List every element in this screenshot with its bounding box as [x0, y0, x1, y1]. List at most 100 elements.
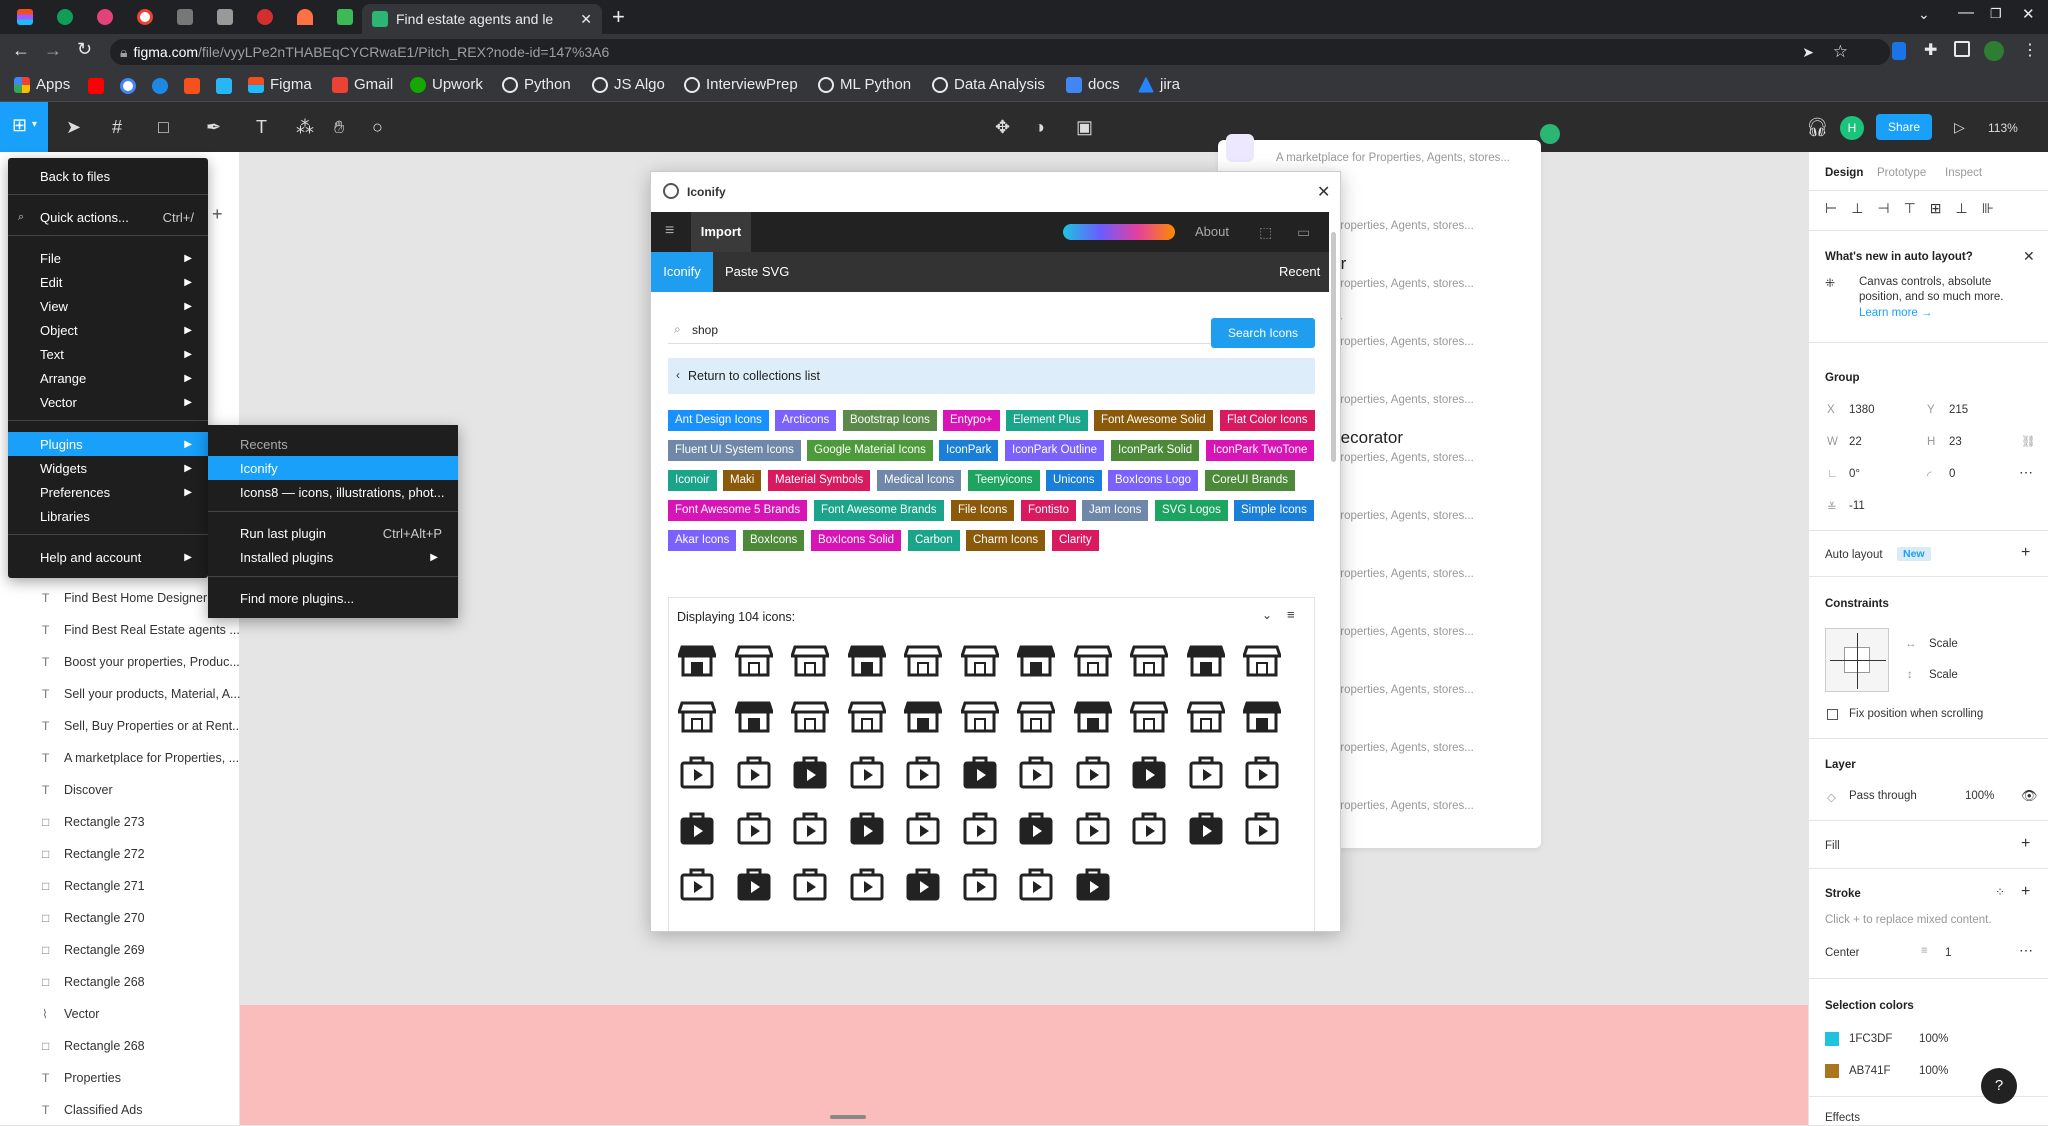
layer-row[interactable]: □ Rectangle 268 — [0, 1030, 240, 1062]
forward-icon[interactable]: → — [44, 40, 62, 61]
collection-tag[interactable]: Carbon — [908, 530, 960, 551]
align-controls[interactable]: ⊢⊥⊣⊤⊞⊥⊪ — [1825, 200, 2008, 217]
bookmark-data-analysis[interactable]: Data Analysis — [932, 76, 1045, 93]
shop-icon[interactable] — [845, 694, 889, 738]
shop-icon[interactable] — [1184, 638, 1228, 682]
collection-tag[interactable]: SVG Logos — [1155, 500, 1228, 521]
reload-icon[interactable]: ↻ — [77, 39, 92, 60]
shop-icon[interactable] — [1071, 638, 1115, 682]
spacing-field[interactable]: -11 — [1849, 500, 1865, 512]
collection-tag[interactable]: Arcticons — [775, 410, 837, 431]
tab-search-icon[interactable]: ⌄ — [1918, 6, 1930, 23]
stroke-weight[interactable]: 1 — [1945, 947, 1951, 959]
menu-arrange[interactable]: Arrange ▶ — [8, 366, 208, 390]
shop-icon[interactable] — [1240, 806, 1284, 850]
return-to-collections[interactable]: ‹ Return to collections list — [668, 358, 1315, 394]
tab-favicon[interactable] — [92, 6, 118, 28]
tab-favicon[interactable] — [292, 6, 318, 28]
shop-icon[interactable] — [901, 806, 945, 850]
color-opacity[interactable]: 100% — [1919, 1033, 1948, 1045]
shop-icon[interactable] — [675, 638, 719, 682]
nav-about[interactable]: About — [1195, 224, 1229, 239]
shop-icon[interactable] — [732, 806, 776, 850]
share-button[interactable]: Share — [1876, 114, 1932, 140]
shop-icon[interactable] — [788, 806, 832, 850]
layer-row[interactable]: □ Rectangle 272 — [0, 838, 240, 870]
shop-icon[interactable] — [732, 638, 776, 682]
side-panel-icon[interactable] — [1954, 41, 1970, 57]
shop-icon[interactable] — [675, 694, 719, 738]
shop-icon[interactable] — [1071, 694, 1115, 738]
bookmark-icon[interactable] — [216, 78, 232, 94]
plugin-scrollbar[interactable] — [1331, 232, 1336, 462]
layer-row[interactable]: T Boost your properties, Produc... — [0, 646, 240, 678]
shop-icon[interactable] — [675, 862, 719, 906]
shop-icon[interactable] — [901, 750, 945, 794]
google-icon[interactable] — [120, 78, 136, 94]
menu-libraries[interactable]: Libraries — [8, 504, 208, 528]
bookmark-interviewprep[interactable]: InterviewPrep — [684, 76, 798, 93]
tab-figma-favicon[interactable] — [12, 6, 38, 28]
shop-icon[interactable] — [675, 750, 719, 794]
pen-tool-icon[interactable]: ✒ — [206, 114, 221, 140]
menu-widgets[interactable]: Widgets ▶ — [8, 456, 208, 480]
shop-icon[interactable] — [845, 806, 889, 850]
collection-tag[interactable]: IconPark — [939, 440, 999, 461]
collection-tag[interactable]: BoxIcons Logo — [1108, 470, 1199, 491]
layer-row[interactable]: T Sell, Buy Properties or at Rent... — [0, 710, 240, 742]
layer-row[interactable]: □ Rectangle 268 — [0, 966, 240, 998]
menu-text[interactable]: Text ▶ — [8, 342, 208, 366]
layer-row[interactable]: □ Rectangle 270 — [0, 902, 240, 934]
collection-tag[interactable]: BoxIcons Solid — [811, 530, 902, 551]
collection-tag[interactable]: Iconoir — [668, 470, 717, 491]
collection-tag[interactable]: Jam Icons — [1082, 500, 1149, 521]
shop-icon[interactable] — [1127, 750, 1171, 794]
bookmark-docs[interactable]: docs — [1066, 76, 1120, 93]
plugin-iconify[interactable]: Iconify — [208, 456, 458, 480]
bookmark-icon[interactable] — [184, 78, 200, 94]
menu-plugins[interactable]: Plugins ▶ — [8, 432, 208, 456]
shop-icon[interactable] — [845, 862, 889, 906]
bookmark-figma[interactable]: Figma — [248, 76, 312, 93]
rotation-field[interactable]: 0° — [1849, 468, 1860, 480]
layer-row[interactable]: T Sell your products, Material, A... — [0, 678, 240, 710]
shop-icon[interactable] — [1014, 750, 1058, 794]
layer-row[interactable]: T A marketplace for Properties, ... — [0, 742, 240, 774]
installed-plugins[interactable]: Installed plugins ▶ — [208, 545, 458, 569]
resources-icon[interactable]: ⁂ — [296, 114, 314, 140]
eye-icon[interactable]: 👁︎ — [2021, 788, 2038, 804]
shop-icon[interactable] — [1184, 750, 1228, 794]
shop-icon[interactable] — [901, 862, 945, 906]
shop-icon[interactable] — [732, 694, 776, 738]
color-swatch[interactable] — [1825, 1064, 1839, 1078]
layer-row[interactable]: T Find Best Real Estate agents ... — [0, 614, 240, 646]
tab-favicon[interactable] — [332, 6, 358, 28]
main-menu-button[interactable]: ⊞ ▾ — [0, 102, 48, 152]
group-label[interactable]: Group — [1825, 372, 1860, 384]
menu-quick-actions[interactable]: ⌕ Quick actions... Ctrl+/ — [8, 205, 208, 229]
bookmark-upwork[interactable]: Upwork — [410, 76, 483, 93]
y-field[interactable]: 215 — [1949, 404, 1968, 416]
add-fill-icon[interactable]: + — [2021, 835, 2030, 853]
profile-avatar[interactable] — [1984, 41, 2004, 61]
text-tool-icon[interactable]: T — [256, 114, 267, 140]
tab-design[interactable]: Design — [1825, 167, 1863, 179]
rectangle-tool-icon[interactable]: □ — [158, 114, 169, 140]
add-stroke-icon[interactable]: + — [2021, 883, 2030, 901]
add-page-icon[interactable]: + — [212, 204, 223, 225]
learn-more-link[interactable]: Learn more → — [1859, 307, 1933, 319]
collection-tag[interactable]: BoxIcons — [743, 530, 805, 551]
collection-tag[interactable]: IconPark Solid — [1111, 440, 1200, 461]
shop-icon[interactable] — [732, 750, 776, 794]
menu-back-to-files[interactable]: Back to files — [8, 164, 208, 188]
layer-row[interactable]: T Find Best Home Designer n — [0, 582, 240, 614]
collection-tag[interactable]: Charm Icons — [966, 530, 1046, 551]
shop-icon[interactable] — [958, 694, 1002, 738]
browser-menu-icon[interactable]: ⋮ — [2022, 40, 2038, 60]
collection-tag[interactable]: Bootstrap Icons — [843, 410, 937, 431]
shop-icon[interactable] — [1184, 806, 1228, 850]
nav-import[interactable]: Import — [691, 212, 751, 252]
collapse-icon[interactable]: ⌄ — [1262, 608, 1272, 622]
menu-vector[interactable]: Vector ▶ — [8, 390, 208, 414]
layer-row[interactable]: □ Rectangle 273 — [0, 806, 240, 838]
